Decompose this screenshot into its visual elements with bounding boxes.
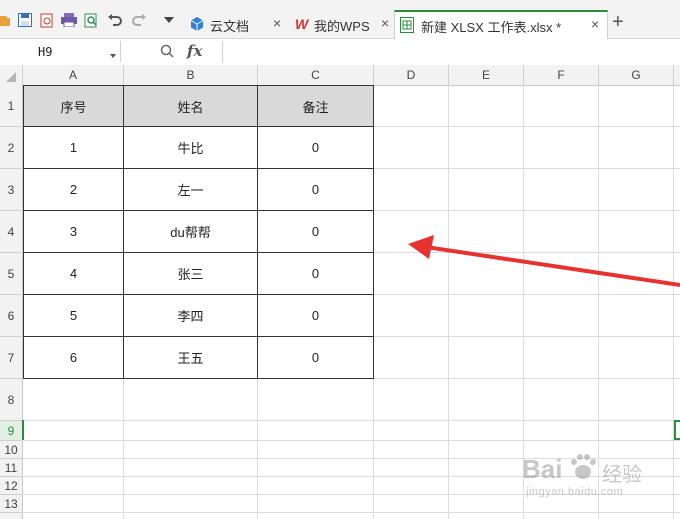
- row-header-3[interactable]: 3: [0, 169, 22, 211]
- header-cell-note[interactable]: 备注: [258, 86, 373, 126]
- row-header-9[interactable]: 9: [0, 421, 22, 441]
- tab-active-file[interactable]: 新建 XLSX 工作表.xlsx * ×: [394, 10, 608, 39]
- title-tab-bar: 云文档 × W 我的WPS × 新建 XLSX 工作表.xlsx * × +: [0, 0, 680, 39]
- column-header-d[interactable]: D: [374, 65, 449, 85]
- spreadsheet-file-icon: [400, 17, 414, 36]
- row-header-13[interactable]: 13: [0, 495, 22, 513]
- name-box-value: H9: [38, 45, 53, 59]
- row-header-column: 1 2 3 4 5 6 7 8 9 10 11 12 13: [0, 85, 23, 519]
- cell-b5[interactable]: 张三: [124, 253, 257, 294]
- name-box[interactable]: H9: [0, 41, 121, 62]
- cell-a3[interactable]: 2: [24, 169, 123, 210]
- quick-access-dropdown-icon[interactable]: [160, 11, 178, 29]
- tab-cloud-docs-close-icon[interactable]: ×: [273, 15, 281, 31]
- column-header-row: A B C D E F G: [0, 65, 680, 86]
- function-fx-icon[interactable]: fx: [187, 42, 202, 60]
- tab-active-file-label: 新建 XLSX 工作表.xlsx *: [421, 20, 562, 35]
- save-icon[interactable]: [16, 11, 34, 29]
- cell-a6[interactable]: 5: [24, 295, 123, 336]
- active-cell-h9[interactable]: [674, 420, 680, 440]
- row-header-1[interactable]: 1: [0, 85, 22, 127]
- column-header-b[interactable]: B: [124, 65, 258, 85]
- zoom-search-icon[interactable]: [160, 44, 174, 63]
- row-header-6[interactable]: 6: [0, 295, 22, 337]
- tab-cloud-docs[interactable]: 云文档 ×: [185, 10, 290, 38]
- row-header-11[interactable]: 11: [0, 459, 22, 477]
- cell-b7[interactable]: 王五: [124, 337, 257, 378]
- export-pdf-icon[interactable]: [38, 11, 56, 29]
- header-cell-seq[interactable]: 序号: [24, 86, 123, 126]
- cell-c2[interactable]: 0: [258, 127, 373, 168]
- open-file-icon[interactable]: [0, 11, 10, 29]
- row-header-5[interactable]: 5: [0, 253, 22, 295]
- cell-c5[interactable]: 0: [258, 253, 373, 294]
- cell-a5[interactable]: 4: [24, 253, 123, 294]
- undo-icon[interactable]: [106, 11, 124, 29]
- cell-b2[interactable]: 牛比: [124, 127, 257, 168]
- row-header-10[interactable]: 10: [0, 441, 22, 459]
- annotation-arrow-icon: [408, 235, 680, 287]
- row-header-4[interactable]: 4: [0, 211, 22, 253]
- column-header-c[interactable]: C: [258, 65, 374, 85]
- cell-c6[interactable]: 0: [258, 295, 373, 336]
- cell-a4[interactable]: 3: [24, 211, 123, 252]
- tab-my-wps[interactable]: W 我的WPS ×: [292, 10, 392, 38]
- header-cell-name[interactable]: 姓名: [124, 86, 257, 126]
- column-header-f[interactable]: F: [524, 65, 599, 85]
- watermark-brand: Bai: [522, 454, 563, 484]
- cell-b4[interactable]: du帮帮: [124, 211, 257, 252]
- baidu-paw-icon: [571, 454, 596, 479]
- tab-active-file-close-icon[interactable]: ×: [591, 16, 599, 32]
- row-header-7[interactable]: 7: [0, 337, 22, 379]
- new-tab-icon[interactable]: +: [612, 12, 624, 32]
- formula-input[interactable]: [222, 41, 680, 63]
- cell-c3[interactable]: 0: [258, 169, 373, 210]
- baidu-jingyan-watermark: Bai 经验 jingyan.baidu.com: [522, 452, 672, 512]
- active-row-marker: [22, 420, 24, 440]
- row-header-2[interactable]: 2: [0, 127, 22, 169]
- column-header-e[interactable]: E: [449, 65, 524, 85]
- name-box-dropdown-icon[interactable]: [110, 47, 116, 61]
- row-header-8[interactable]: 8: [0, 379, 22, 421]
- select-all-corner[interactable]: [0, 65, 23, 85]
- watermark-brand-cn: 经验: [602, 464, 642, 486]
- cloud-docs-icon: [189, 16, 205, 35]
- cell-a2[interactable]: 1: [24, 127, 123, 168]
- cell-b6[interactable]: 李四: [124, 295, 257, 336]
- tab-my-wps-label: 我的WPS: [314, 19, 370, 34]
- tab-my-wps-close-icon[interactable]: ×: [381, 15, 389, 31]
- redo-icon[interactable]: [130, 11, 148, 29]
- print-preview-icon[interactable]: [82, 11, 100, 29]
- watermark-site: jingyan.baidu.com: [526, 486, 624, 498]
- cell-b3[interactable]: 左一: [124, 169, 257, 210]
- tab-cloud-docs-label: 云文档: [210, 19, 250, 34]
- row-header-12[interactable]: 12: [0, 477, 22, 495]
- cell-c4[interactable]: 0: [258, 211, 373, 252]
- cell-c7[interactable]: 0: [258, 337, 373, 378]
- cell-a7[interactable]: 6: [24, 337, 123, 378]
- column-header-a[interactable]: A: [23, 65, 124, 85]
- print-icon[interactable]: [60, 11, 78, 29]
- wps-logo-icon: W: [295, 16, 309, 32]
- column-header-g[interactable]: G: [599, 65, 674, 85]
